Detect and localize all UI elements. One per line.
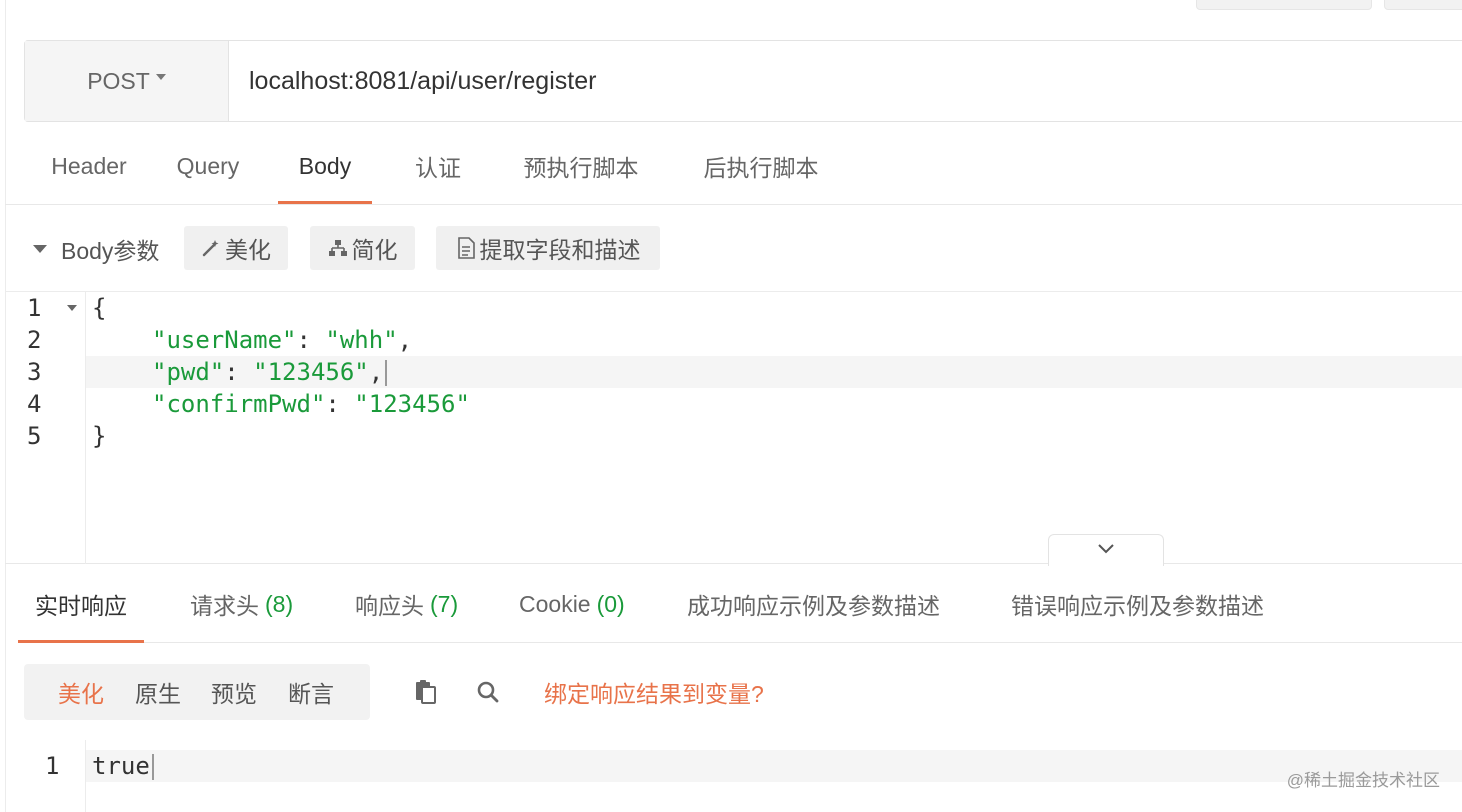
json-value: "123456" xyxy=(354,390,470,418)
code-line: 3 "pwd": "123456", xyxy=(5,356,1462,388)
view-mode-beautify[interactable]: 美化 xyxy=(58,664,104,720)
top-toolbar-button-stub[interactable] xyxy=(1196,0,1372,10)
fold-arrow-icon[interactable] xyxy=(67,305,77,311)
code-line: 1 { xyxy=(5,292,1462,324)
chevron-down-icon xyxy=(155,74,166,80)
count-badge: (8) xyxy=(265,590,294,617)
text-cursor xyxy=(385,360,388,386)
tab-error-examples[interactable]: 错误响应示例及参数描述 xyxy=(1011,566,1264,642)
watermark: @稀土掘金技术社区 xyxy=(1286,771,1440,790)
method-select[interactable]: POST xyxy=(25,41,229,121)
tab-response-headers[interactable]: 响应头 (7) xyxy=(355,566,458,642)
line-number: 2 xyxy=(27,326,42,354)
body-params-toggle[interactable]: Body参数 xyxy=(33,206,159,292)
tab-pre-script[interactable]: 预执行脚本 xyxy=(517,128,645,204)
tab-header[interactable]: Header xyxy=(34,128,144,204)
count-badge: (7) xyxy=(430,590,459,617)
chevron-down-icon xyxy=(1096,542,1116,560)
json-value: "whh" xyxy=(325,326,398,354)
code-text: { xyxy=(92,294,107,322)
copy-icon[interactable] xyxy=(410,676,442,708)
json-key: "userName" xyxy=(152,326,297,354)
request-tabs: Header Query Body 认证 预执行脚本 后执行脚本 xyxy=(5,128,1462,205)
top-toolbar-button-stub-2[interactable] xyxy=(1384,0,1462,10)
extract-fields-button[interactable]: 提取字段和描述 xyxy=(436,226,660,270)
response-tabs: 实时响应 请求头 (8) 响应头 (7) Cookie (0) 成功响应示例及参数描述… xyxy=(18,566,1462,643)
simplify-button[interactable]: 简化 xyxy=(310,226,415,270)
count-badge: (0) xyxy=(596,590,625,617)
code-text: true xyxy=(92,750,154,782)
method-label: POST xyxy=(87,67,150,94)
response-body-viewer[interactable]: 1 true xyxy=(5,740,1462,812)
code-line: 5 } xyxy=(5,420,1462,452)
code-line: 1 true xyxy=(5,750,1462,782)
url-bar: POST localhost:8081/api/user/register xyxy=(24,40,1462,122)
response-view-mode-group: 美化 原生 预览 断言 xyxy=(24,664,370,720)
url-input[interactable]: localhost:8081/api/user/register xyxy=(229,41,1462,121)
json-key: "confirmPwd" xyxy=(152,390,326,418)
tab-success-examples[interactable]: 成功响应示例及参数描述 xyxy=(687,566,940,642)
view-mode-raw[interactable]: 原生 xyxy=(135,664,181,720)
line-number: 4 xyxy=(27,390,42,418)
line-number: 5 xyxy=(27,422,42,450)
tab-post-script[interactable]: 后执行脚本 xyxy=(697,128,825,204)
code-line: 2 "userName": "whh", xyxy=(5,324,1462,356)
document-icon xyxy=(456,237,476,259)
bind-response-to-variable-link[interactable]: 绑定响应结果到变量? xyxy=(544,664,764,720)
tab-body[interactable]: Body xyxy=(278,128,372,204)
text-cursor xyxy=(151,754,154,780)
view-mode-preview[interactable]: 预览 xyxy=(211,664,257,720)
view-mode-assert[interactable]: 断言 xyxy=(288,664,334,720)
request-body-editor[interactable]: 1 { 2 "userName": "whh", 3 "pwd": "12345… xyxy=(5,292,1462,564)
body-params-title: Body参数 xyxy=(61,238,160,264)
tab-live-response[interactable]: 实时响应 xyxy=(18,566,144,643)
url-text: localhost:8081/api/user/register xyxy=(249,66,597,95)
beautify-button[interactable]: 美化 xyxy=(184,226,288,270)
code-text: "userName": "whh", xyxy=(152,326,413,354)
hierarchy-icon xyxy=(328,238,348,258)
line-number: 3 xyxy=(27,358,42,386)
tab-request-headers[interactable]: 请求头 (8) xyxy=(190,566,293,642)
magic-wand-icon xyxy=(201,238,221,258)
tab-cookie[interactable]: Cookie (0) xyxy=(519,566,625,642)
json-key: "pwd" xyxy=(152,358,225,386)
tab-auth[interactable]: 认证 xyxy=(407,128,469,204)
line-number: 1 xyxy=(45,752,60,780)
json-value: "123456" xyxy=(253,358,369,386)
code-line: 4 "confirmPwd": "123456" xyxy=(5,388,1462,420)
code-text: "pwd": "123456", xyxy=(152,356,388,388)
tab-query[interactable]: Query xyxy=(167,128,249,204)
collapse-panel-button[interactable] xyxy=(1048,534,1164,566)
code-text: } xyxy=(92,422,107,450)
collapse-triangle-icon xyxy=(33,245,47,253)
code-text: "confirmPwd": "123456" xyxy=(152,390,470,418)
body-params-bar: Body参数 美化 简化 提取字段和描述 xyxy=(5,206,1462,292)
search-icon[interactable] xyxy=(472,676,504,708)
